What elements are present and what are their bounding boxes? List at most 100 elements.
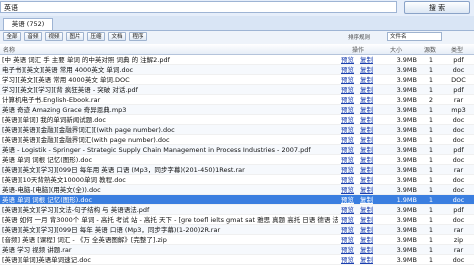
preview-link[interactable]: 预览 <box>341 245 357 255</box>
table-row[interactable]: [英语][英文][学习][099日 每年用 英语 口语 (Mp3，同步字幕)(2… <box>0 165 474 175</box>
table-row[interactable]: [英语][英文][学习][文法-句子结构 与 英语语法.pdf 预览 复制 3.9MB… <box>0 205 474 215</box>
filter-video-button[interactable]: 视频 <box>45 32 63 41</box>
preview-link[interactable]: 预览 <box>341 225 357 235</box>
copy-link[interactable]: 复制 <box>360 95 376 105</box>
copy-link[interactable]: 复制 <box>360 55 376 65</box>
table-row[interactable]: 电子书][英文][英语 常用 4000英文 单词.doc 预览 复制 3.9MB 1 do… <box>0 65 474 75</box>
table-row[interactable]: [英语][10天背熟英文10000单词 教程.doc 预览 复制 3.9MB 1 doc <box>0 175 474 185</box>
preview-link[interactable]: 预览 <box>341 105 357 115</box>
table-row[interactable]: [英语][单词]英语单词速记.doc 预览 复制 3.9MB 1 doc <box>0 255 474 265</box>
table-row[interactable]: [英语][英文][学习][099日 每年 英语 口语 (Mp3，同步字幕)(1-… <box>0 225 474 235</box>
copy-link[interactable]: 复制 <box>360 175 376 185</box>
copy-link[interactable]: 复制 <box>360 255 376 265</box>
table-row[interactable]: [英语][英语][金融][金融界词汇(with page number).doc… <box>0 135 474 145</box>
table-row[interactable]: 英语-电脑-[电脑](用英文(全)).doc 预览 复制 3.9MB 1 doc <box>0 185 474 195</box>
sort-select[interactable]: 文件名 <box>387 32 442 41</box>
column-count[interactable]: 源数 <box>424 45 436 54</box>
copy-link[interactable]: 复制 <box>360 215 376 225</box>
copy-link[interactable]: 复制 <box>360 115 376 125</box>
preview-link[interactable]: 预览 <box>341 125 357 135</box>
table-row[interactable]: 英语 单词 词根 记忆(图形).doc 预览 复制 1.9MB 1 doc <box>0 195 474 205</box>
preview-link[interactable]: 预览 <box>341 155 357 165</box>
file-type: doc <box>452 156 465 164</box>
source-count: 1 <box>428 116 434 124</box>
filter-all-button[interactable]: 全部 <box>3 32 21 41</box>
search-button[interactable]: 搜 索 <box>404 1 470 14</box>
source-count: 1 <box>428 246 434 254</box>
preview-link[interactable]: 预览 <box>341 145 357 155</box>
copy-link[interactable]: 复制 <box>360 145 376 155</box>
copy-link[interactable]: 复制 <box>360 85 376 95</box>
table-row[interactable]: [英语 如何 一月 背3000个 单词 - 高托 考试 站 - 高托 天下 - … <box>0 215 474 225</box>
preview-link[interactable]: 预览 <box>341 135 357 145</box>
preview-link[interactable]: 预览 <box>341 235 357 245</box>
source-count: 1 <box>428 206 434 214</box>
preview-link[interactable]: 预览 <box>341 175 357 185</box>
copy-link[interactable]: 复制 <box>360 65 376 75</box>
preview-link[interactable]: 预览 <box>341 195 357 205</box>
table-row[interactable]: 英语 - Logistik - Springer - Strategic Sup… <box>0 145 474 155</box>
preview-link[interactable]: 预览 <box>341 65 357 75</box>
source-count: 1 <box>428 126 434 134</box>
preview-link[interactable]: 预览 <box>341 55 357 65</box>
file-type: doc <box>452 186 465 194</box>
preview-link[interactable]: 预览 <box>341 75 357 85</box>
file-size: 3.9MB <box>396 146 417 154</box>
table-row[interactable]: 英语 学习 视频 讲题.rar 预览 复制 3.9MB 1 rar <box>0 245 474 255</box>
file-size: 3.9MB <box>396 256 417 264</box>
file-type: doc <box>452 216 465 224</box>
copy-link[interactable]: 复制 <box>360 155 376 165</box>
table-row[interactable]: 英语 奇迹 Amazing Grace 奇异恩典.mp3 预览 复制 3.9MB 1 mp… <box>0 105 474 115</box>
column-type[interactable]: 类型 <box>451 45 463 54</box>
table-row[interactable]: [英语][单词] 我的单词新闻试题.doc 预览 复制 3.9MB 1 doc <box>0 115 474 125</box>
table-row[interactable]: 学习][英文][学习][背 疯狂英语 - 突破 对话.pdf 预览 复制 3.9MB 1… <box>0 85 474 95</box>
table-row[interactable]: [英语][英语][金融][金融界词汇][(with page number).d… <box>0 125 474 135</box>
preview-link[interactable]: 预览 <box>341 255 357 265</box>
preview-link[interactable]: 预览 <box>341 185 357 195</box>
copy-link[interactable]: 复制 <box>360 195 376 205</box>
file-size: 1.9MB <box>396 196 417 204</box>
copy-link[interactable]: 复制 <box>360 185 376 195</box>
preview-link[interactable]: 预览 <box>341 205 357 215</box>
preview-link[interactable]: 预览 <box>341 95 357 105</box>
filter-archive-button[interactable]: 压缩 <box>87 32 105 41</box>
file-size: 3.9MB <box>396 236 417 244</box>
copy-link[interactable]: 复制 <box>360 205 376 215</box>
file-size: 3.9MB <box>396 116 417 124</box>
copy-link[interactable]: 复制 <box>360 235 376 245</box>
table-row[interactable]: [中 英语 词汇 手 主要 单词 的中英对照 词典 的 注解2.pdf 预览 复制 3… <box>0 55 474 65</box>
copy-link[interactable]: 复制 <box>360 125 376 135</box>
file-name: [英语][英语][金融][金融界词汇][(with page number).d… <box>2 126 175 134</box>
file-size: 3.9MB <box>396 96 417 104</box>
preview-link[interactable]: 预览 <box>341 85 357 95</box>
filter-audio-button[interactable]: 音频 <box>24 32 42 41</box>
file-name: [英语][10天背熟英文10000单词 教程.doc <box>2 176 126 184</box>
source-count: 1 <box>428 136 434 144</box>
source-count: 1 <box>428 106 434 114</box>
file-name: [英语][英文][学习][文法-句子结构 与 英语语法.pdf <box>2 206 150 214</box>
copy-link[interactable]: 复制 <box>360 105 376 115</box>
file-type: doc <box>452 116 465 124</box>
filter-program-button[interactable]: 程序 <box>129 32 147 41</box>
result-list[interactable]: [中 英语 词汇 手 主要 单词 的中英对照 词典 的 注解2.pdf 预览 复制 3… <box>0 55 474 276</box>
copy-link[interactable]: 复制 <box>360 135 376 145</box>
preview-link[interactable]: 预览 <box>341 115 357 125</box>
file-name: 英语 - Logistik - Springer - Strategic Sup… <box>2 146 311 154</box>
copy-link[interactable]: 复制 <box>360 165 376 175</box>
table-row[interactable]: 英语 单词 词根 记忆(图形).doc 预览 复制 3.9MB 1 doc <box>0 155 474 165</box>
preview-link[interactable]: 预览 <box>341 165 357 175</box>
copy-link[interactable]: 复制 <box>360 75 376 85</box>
filter-document-button[interactable]: 文档 <box>108 32 126 41</box>
table-row[interactable]: 学习][英文][英语 常用 4000英文 单词.DOC 预览 复制 3.9MB 1 DOC <box>0 75 474 85</box>
filter-image-button[interactable]: 图片 <box>66 32 84 41</box>
copy-link[interactable]: 复制 <box>360 245 376 255</box>
copy-link[interactable]: 复制 <box>360 225 376 235</box>
table-row[interactable]: [音频] 英语 [课程] 词汇 - 《万 全英语图解》[完整了].zip 预览 复制… <box>0 235 474 245</box>
search-input[interactable]: 英语 <box>0 1 397 13</box>
table-row[interactable]: 计算机电子书.English-Ebook.rar 预览 复制 3.9MB 2 rar <box>0 95 474 105</box>
source-count: 1 <box>428 236 434 244</box>
column-size[interactable]: 大小 <box>390 45 402 54</box>
column-name[interactable]: 名称 <box>3 45 15 54</box>
tab-search-result[interactable]: 英语 (752) <box>3 18 53 30</box>
preview-link[interactable]: 预览 <box>341 215 357 225</box>
